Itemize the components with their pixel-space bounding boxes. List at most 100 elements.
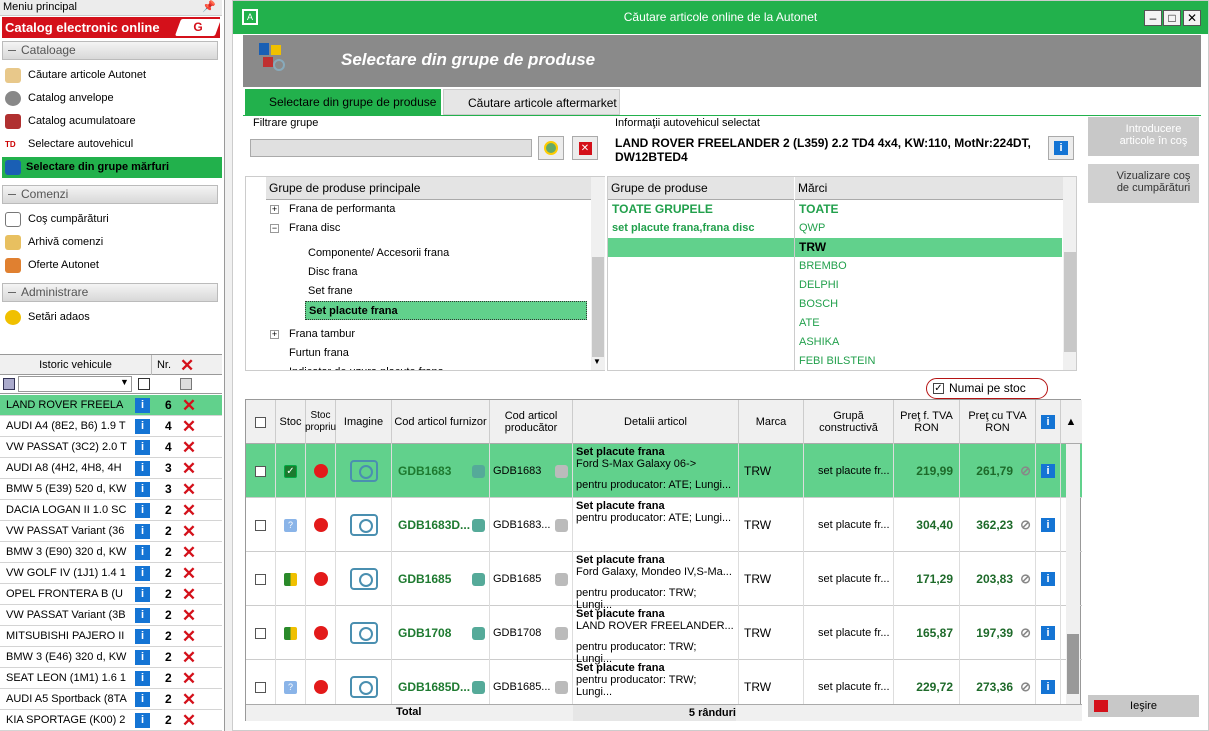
brands-scrollbar[interactable] bbox=[1063, 177, 1076, 370]
brand-item[interactable]: QWP bbox=[799, 219, 825, 238]
tag-icon[interactable] bbox=[555, 626, 568, 640]
row-checkbox[interactable] bbox=[255, 681, 266, 693]
info-icon[interactable]: i bbox=[135, 587, 150, 602]
info-icon[interactable]: i bbox=[135, 482, 150, 497]
article-row[interactable]: GDB1685 GDB1685 Set placute frana Ford Gala… bbox=[246, 552, 1082, 611]
brand-row[interactable]: ATE bbox=[608, 314, 1062, 333]
vehicle-info-button[interactable]: i bbox=[1048, 136, 1074, 160]
info-icon[interactable]: i bbox=[135, 419, 150, 434]
tag-icon[interactable] bbox=[555, 518, 568, 532]
section-administrare[interactable]: Administrare bbox=[2, 283, 218, 302]
info-icon[interactable]: i bbox=[135, 713, 150, 728]
delete-icon[interactable]: ✕ bbox=[180, 418, 198, 435]
history-row[interactable]: AUDI A5 Sportback (8TA i 2 ✕ bbox=[0, 689, 222, 710]
history-col-count[interactable]: Nr. bbox=[152, 355, 176, 375]
history-row[interactable]: AUDI A8 (4H2, 4H8, 4H i 3 ✕ bbox=[0, 458, 222, 479]
menu-item-arhiva[interactable]: Arhivă comenzi bbox=[4, 232, 220, 253]
delete-icon[interactable]: ✕ bbox=[180, 712, 198, 729]
supplier-code[interactable]: GDB1685D... bbox=[398, 680, 470, 694]
article-row[interactable]: ? GDB1683D... GDB1683... Set placute frana p… bbox=[246, 498, 1082, 552]
supplier-code[interactable]: GDB1708 bbox=[398, 626, 451, 640]
lookup-icon[interactable] bbox=[472, 518, 485, 532]
info-icon[interactable]: i bbox=[1041, 626, 1055, 640]
menu-item-oferte[interactable]: Oferte Autonet bbox=[4, 255, 220, 276]
article-row[interactable]: GDB1708 GDB1708 Set placute frana LAND ROVE… bbox=[246, 606, 1082, 665]
info-icon[interactable]: i bbox=[135, 545, 150, 560]
tree-item[interactable]: Componente/ Accesorii frana bbox=[308, 244, 449, 263]
filter-icon[interactable] bbox=[3, 378, 15, 390]
brand-row[interactable]: TRW bbox=[608, 238, 1062, 257]
history-row[interactable]: VW GOLF IV (1J1) 1.4 1 i 2 ✕ bbox=[0, 563, 222, 584]
brand-item[interactable]: FEBI BILSTEIN bbox=[799, 352, 875, 370]
info-icon[interactable]: i bbox=[135, 608, 150, 623]
select-all-checkbox[interactable] bbox=[255, 416, 266, 428]
info-icon[interactable]: i bbox=[135, 524, 150, 539]
menu-item-catalog-anvelope[interactable]: Catalog anvelope bbox=[4, 88, 220, 109]
col-imagine[interactable]: Imagine bbox=[336, 400, 392, 444]
history-col-name[interactable]: Istoric vehicule bbox=[0, 355, 152, 375]
history-row[interactable]: DACIA LOGAN II 1.0 SC i 2 ✕ bbox=[0, 500, 222, 521]
menu-item-cos[interactable]: Coş cumpărături bbox=[4, 209, 220, 230]
brand-item[interactable]: BREMBO bbox=[799, 257, 847, 276]
clear-history-icon[interactable]: ✕ bbox=[180, 356, 194, 376]
tab-selectare-grupe[interactable]: Selectare din grupe de produse bbox=[245, 89, 441, 115]
lookup-icon[interactable] bbox=[472, 464, 485, 478]
camera-icon[interactable] bbox=[349, 514, 378, 536]
delete-icon[interactable]: ✕ bbox=[180, 586, 198, 603]
history-filter-input[interactable] bbox=[18, 376, 132, 392]
tag-icon[interactable] bbox=[555, 464, 568, 478]
delete-icon[interactable]: ✕ bbox=[180, 670, 198, 687]
delete-icon[interactable]: ✕ bbox=[180, 439, 198, 456]
article-row[interactable]: ✓ GDB1683 GDB1683 Set placute frana Ford S-M… bbox=[246, 444, 1082, 498]
info-icon[interactable]: i bbox=[135, 671, 150, 686]
discount-tag-icon[interactable]: ⊘ bbox=[1020, 625, 1031, 641]
info-icon[interactable]: i bbox=[135, 650, 150, 665]
pin-icon[interactable]: 📌 bbox=[202, 0, 216, 15]
tree-item-selected[interactable]: Set placute frana bbox=[305, 301, 587, 320]
history-row[interactable]: AUDI A4 (8E2, B6) 1.9 T i 4 ✕ bbox=[0, 416, 222, 437]
tree-item[interactable]: Indicator de uzura placute frana bbox=[289, 363, 444, 370]
history-row[interactable]: VW PASSAT Variant (36 i 2 ✕ bbox=[0, 521, 222, 542]
brand-row[interactable]: DELPHI bbox=[608, 276, 1062, 295]
info-icon[interactable]: i bbox=[1041, 518, 1055, 532]
camera-icon[interactable] bbox=[349, 676, 378, 698]
minimize-button[interactable]: – bbox=[1144, 10, 1162, 26]
brand-item[interactable]: DELPHI bbox=[799, 276, 839, 295]
delete-icon[interactable]: ✕ bbox=[180, 397, 198, 414]
info-icon[interactable]: i bbox=[135, 692, 150, 707]
exit-button[interactable]: Ieşire bbox=[1088, 695, 1199, 717]
group-item[interactable]: set placute frana,frana disc bbox=[612, 219, 754, 238]
tag-icon[interactable] bbox=[555, 680, 568, 694]
brand-item[interactable]: TRW bbox=[799, 238, 826, 257]
lookup-icon[interactable] bbox=[472, 572, 485, 586]
brand-item[interactable]: BOSCH bbox=[799, 295, 838, 314]
delete-icon[interactable]: ✕ bbox=[180, 460, 198, 477]
row-checkbox[interactable] bbox=[255, 573, 266, 585]
history-row[interactable]: KIA SPORTAGE (K00) 2 i 2 ✕ bbox=[0, 710, 222, 731]
tree-header[interactable]: Grupe de produse principale bbox=[266, 177, 596, 200]
history-row[interactable]: SEAT LEON (1M1) 1.6 1 i 2 ✕ bbox=[0, 668, 222, 689]
info-icon[interactable]: i bbox=[1041, 464, 1055, 478]
dropdown-arrow-icon[interactable]: ▼ bbox=[120, 377, 129, 387]
filter-clear-icon[interactable] bbox=[180, 378, 192, 390]
history-row[interactable]: LAND ROVER FREELA i 6 ✕ bbox=[0, 395, 222, 416]
brand-row[interactable]: set placute frana,frana disc QWP bbox=[608, 219, 1062, 238]
tree-item[interactable]: + Frana tambur bbox=[270, 325, 355, 344]
brand-item[interactable]: ASHIKA bbox=[799, 333, 839, 352]
filter-toggle-icon[interactable] bbox=[138, 378, 150, 390]
brand-row[interactable]: ASHIKA bbox=[608, 333, 1062, 352]
brand-row[interactable]: BREMBO bbox=[608, 257, 1062, 276]
info-icon[interactable]: i bbox=[135, 461, 150, 476]
menu-item-selectare-grupe[interactable]: Selectare din grupe mărfuri bbox=[2, 157, 222, 178]
tree-scrollbar[interactable]: ▼ bbox=[591, 177, 605, 370]
delete-icon[interactable]: ✕ bbox=[180, 691, 198, 708]
col-stoc[interactable]: Stoc bbox=[276, 400, 306, 444]
delete-icon[interactable]: ✕ bbox=[180, 565, 198, 582]
camera-icon[interactable] bbox=[349, 622, 378, 644]
view-cart-button[interactable]: Vizualizare coş de cumpărături bbox=[1088, 164, 1199, 203]
col-cod-furnizor[interactable]: Cod articol furnizor bbox=[392, 400, 490, 444]
history-row[interactable]: VW PASSAT Variant (3B i 2 ✕ bbox=[0, 605, 222, 626]
col-detalii[interactable]: Detalii articol bbox=[573, 400, 739, 444]
section-cataloage[interactable]: Cataloage bbox=[2, 41, 218, 60]
lookup-icon[interactable] bbox=[472, 626, 485, 640]
